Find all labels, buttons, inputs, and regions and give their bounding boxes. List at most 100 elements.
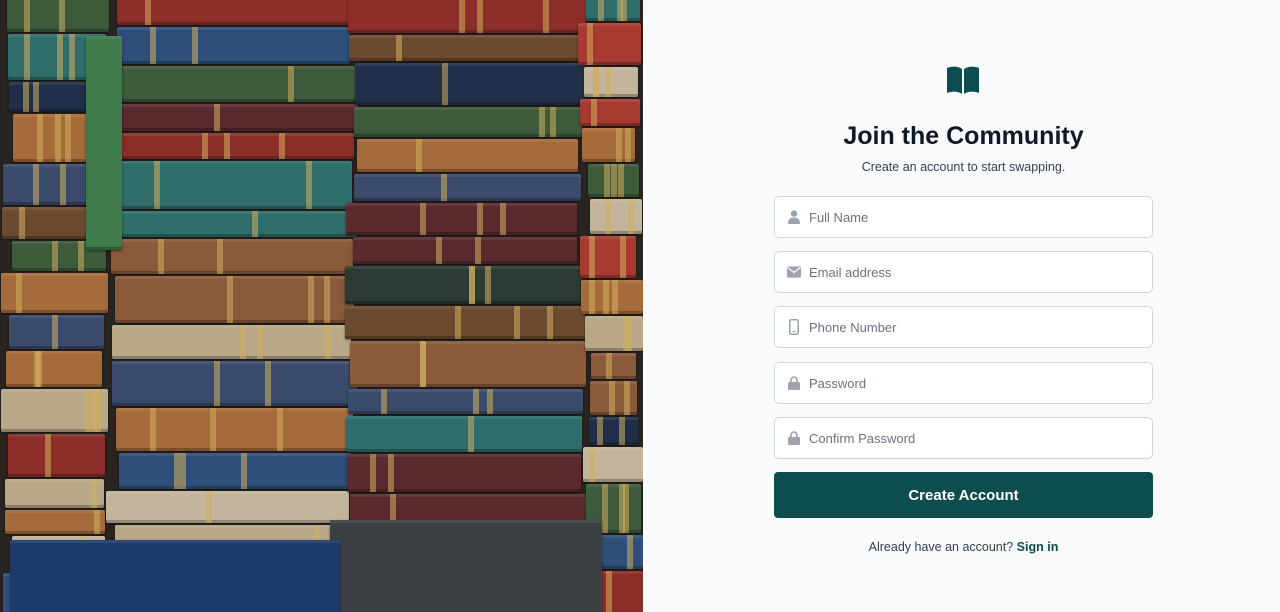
book-band	[158, 239, 165, 274]
full-name-input[interactable]	[809, 198, 1129, 236]
book-band	[23, 34, 30, 80]
book-band	[23, 82, 29, 112]
book-spine	[112, 361, 358, 406]
book-spine	[106, 66, 355, 102]
lock-icon	[787, 430, 801, 446]
book-spine	[10, 540, 340, 612]
full-name-field[interactable]	[774, 196, 1153, 238]
book-band	[387, 454, 394, 492]
book-band	[587, 23, 594, 65]
book-band	[513, 306, 520, 339]
book-spine	[355, 63, 586, 105]
book-band	[59, 164, 66, 205]
book-band	[91, 389, 98, 432]
book-band	[588, 236, 595, 278]
create-account-button[interactable]: Create Account	[774, 472, 1153, 518]
book-band	[213, 361, 220, 406]
book-spine	[5, 510, 105, 534]
book-spine	[346, 203, 577, 235]
book-band	[325, 325, 332, 359]
book-band	[477, 203, 484, 235]
page-subtitle: Create an account to start swapping.	[861, 160, 1066, 174]
book-spine	[111, 239, 353, 274]
password-field[interactable]	[774, 362, 1153, 404]
phone-field[interactable]	[774, 306, 1153, 348]
book-spine	[1, 273, 108, 313]
book-spine	[345, 306, 585, 339]
book-band	[602, 484, 609, 533]
book-band	[603, 280, 610, 314]
book-spine	[330, 520, 602, 612]
book-band	[276, 408, 283, 451]
book-band	[469, 266, 476, 304]
book-band	[611, 280, 618, 314]
book-band	[624, 381, 631, 415]
book-band	[51, 315, 58, 349]
book-band	[213, 104, 220, 131]
open-book-icon	[947, 66, 979, 94]
lock-icon	[787, 375, 801, 391]
book-band	[33, 82, 40, 112]
book-spine	[354, 107, 582, 137]
book-spine	[117, 27, 350, 64]
book-spine	[357, 139, 578, 172]
book-band	[58, 0, 65, 32]
book-spine	[116, 408, 353, 451]
book-band	[33, 164, 40, 205]
phone-input[interactable]	[809, 308, 1129, 346]
book-band	[626, 316, 633, 351]
book-spine	[590, 381, 637, 415]
book-band	[625, 128, 632, 162]
book-spine	[345, 266, 583, 304]
book-spine	[347, 454, 581, 492]
email-input[interactable]	[809, 253, 1129, 291]
book-band	[145, 0, 152, 25]
book-spine	[112, 133, 354, 159]
book-band	[56, 34, 63, 80]
confirm-password-input[interactable]	[809, 419, 1129, 457]
book-spine	[583, 447, 643, 482]
signin-link[interactable]: Sign in	[1017, 540, 1059, 554]
book-spine	[106, 211, 357, 237]
book-band	[627, 199, 634, 234]
book-band	[179, 453, 186, 489]
envelope-icon	[787, 264, 801, 280]
book-band	[610, 164, 617, 197]
signup-panel: Join the Community Create an account to …	[643, 0, 1280, 612]
book-band	[588, 280, 595, 314]
password-input[interactable]	[809, 364, 1129, 402]
book-band	[396, 35, 403, 61]
email-field[interactable]	[774, 251, 1153, 293]
book-band	[223, 133, 230, 159]
book-band	[69, 34, 76, 80]
book-band	[257, 325, 264, 359]
book-spine	[581, 280, 643, 314]
book-band	[94, 510, 101, 534]
book-spine	[106, 491, 349, 523]
book-band	[205, 491, 212, 523]
book-band	[18, 207, 25, 239]
book-band	[201, 133, 208, 159]
user-icon	[787, 209, 801, 225]
book-spine	[586, 0, 640, 21]
book-band	[279, 133, 286, 159]
book-band	[251, 211, 258, 237]
book-spine	[590, 199, 642, 234]
book-band	[458, 0, 465, 33]
book-band	[15, 273, 22, 313]
book-band	[216, 239, 223, 274]
book-band	[606, 353, 613, 379]
book-band	[619, 236, 626, 278]
book-spine	[582, 128, 635, 162]
book-band	[615, 128, 622, 162]
book-band	[150, 27, 156, 64]
book-band	[45, 434, 52, 477]
book-band	[589, 447, 596, 482]
book-band	[85, 389, 92, 432]
book-spine	[5, 479, 104, 508]
confirm-password-field[interactable]	[774, 417, 1153, 459]
book-band	[455, 306, 462, 339]
book-spine	[578, 23, 641, 65]
book-band	[64, 114, 71, 162]
book-spine	[116, 161, 352, 209]
